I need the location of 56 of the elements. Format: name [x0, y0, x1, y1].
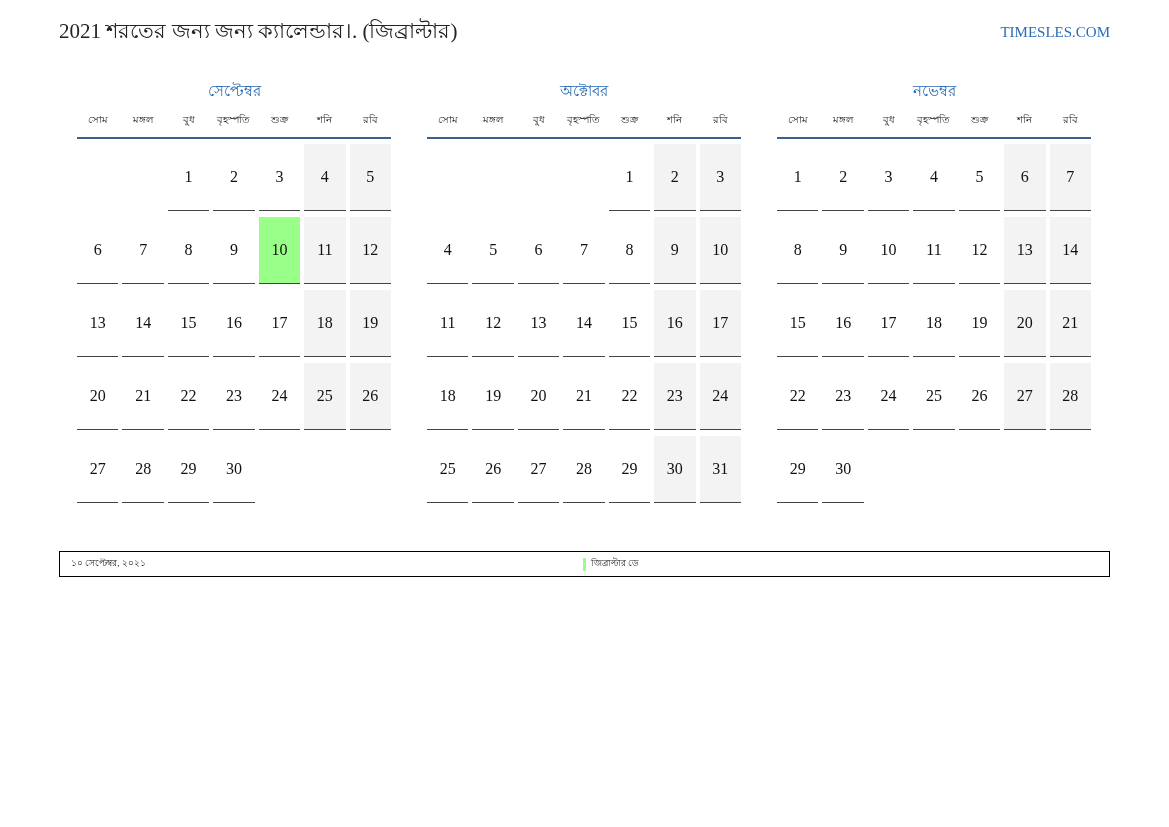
day-cell: 26	[349, 363, 391, 430]
month-name: সেপ্টেম্বর	[206, 81, 263, 101]
day-cell: 12	[349, 217, 391, 284]
page-title: 2021 শরতের জন্য জন্য ক্যালেন্ডার।. (জিব্রাল্টার)	[59, 17, 458, 46]
weekday-label: শুক্র	[619, 113, 640, 127]
day-cell: 3	[699, 144, 741, 211]
weekday-label: বুধ	[181, 113, 196, 127]
day-cell: 2	[654, 144, 696, 211]
day-cell: 25	[304, 363, 346, 430]
month-name: অক্টোবর	[559, 82, 610, 101]
weekday-label: রবি	[361, 113, 379, 127]
weekday-label: শুক্র	[269, 113, 290, 127]
day-cell: 4	[304, 144, 346, 211]
day-cell: 24	[699, 363, 741, 430]
weekday-label: শুক্র	[969, 113, 990, 127]
weekday-label: শনি	[1015, 113, 1034, 127]
weekday-label: রবি	[711, 113, 729, 127]
day-cell: 31	[699, 436, 741, 503]
weekday-label: বৃহস্পতি	[566, 113, 602, 127]
weekday-label: রবি	[1061, 113, 1079, 127]
day-cell: 19	[349, 290, 391, 357]
day-cell: 21	[1049, 290, 1091, 357]
day-cell: 28	[1049, 363, 1091, 430]
weekday-label: বুধ	[881, 113, 896, 127]
weekday-label: শনি	[315, 113, 334, 127]
day-cell: 5	[349, 144, 391, 211]
day-cell: 27	[1004, 363, 1046, 430]
weekday-label: শনি	[665, 113, 684, 127]
weekday-label: মঙ্গল	[832, 113, 855, 127]
day-cell: 11	[304, 217, 346, 284]
day-cell: 9	[654, 217, 696, 284]
weekday-label: বুধ	[531, 113, 546, 127]
day-cell: 23	[654, 363, 696, 430]
day-cell: 10	[258, 217, 301, 284]
holiday-name: জিব্রাল্টার ডে	[591, 557, 640, 571]
day-cell: 17	[699, 290, 741, 357]
weekday-label: সোম	[436, 113, 459, 127]
day-cell: 10	[699, 217, 741, 284]
site-link[interactable]: TIMESLES.COM	[1000, 20, 1110, 44]
weekday-label: সোম	[786, 113, 809, 127]
day-cell: 18	[304, 290, 346, 357]
weekday-label: বৃহস্পতি	[216, 113, 252, 127]
holiday-date: ১০ সেপ্টেম্বর, ২০২১	[70, 557, 147, 571]
day-cell: 14	[1049, 217, 1091, 284]
day-cell: 20	[1004, 290, 1046, 357]
month-name: নভেম্বর	[911, 82, 958, 101]
day-cell: 30	[654, 436, 696, 503]
day-cell: 16	[654, 290, 696, 357]
holiday-color-bar	[583, 557, 586, 571]
day-cell: 7	[1049, 144, 1091, 211]
day-cell: 13	[1004, 217, 1046, 284]
weekday-label: সোম	[86, 113, 109, 127]
weekday-label: বৃহস্পতি	[916, 113, 952, 127]
weekday-label: মঙ্গল	[132, 113, 155, 127]
weekday-label: মঙ্গল	[482, 113, 505, 127]
day-cell: 6	[1004, 144, 1046, 211]
